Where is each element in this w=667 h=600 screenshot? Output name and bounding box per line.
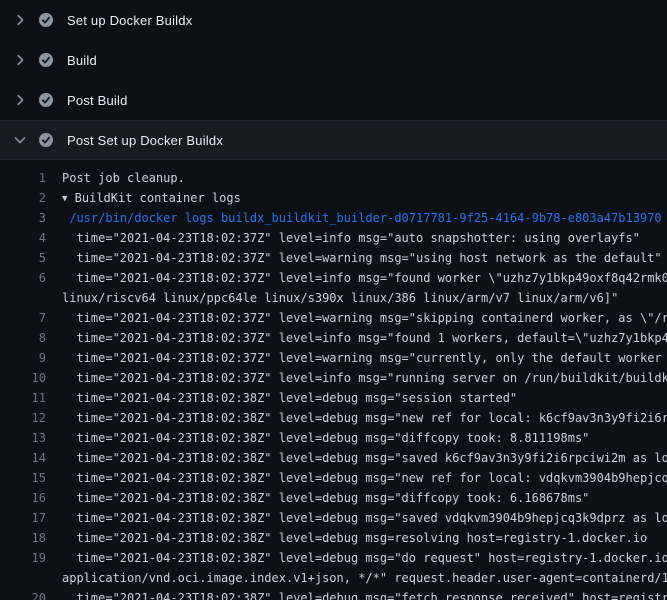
chevron-right-icon [12,12,28,28]
line-text: time="2021-04-23T18:02:38Z" level=debug … [62,388,667,408]
line-text: Post job cleanup. [62,168,667,188]
line-number[interactable]: 12 [0,408,46,428]
log-line: 9 time="2021-04-23T18:02:37Z" level=warn… [0,348,667,368]
line-number[interactable]: 11 [0,388,46,408]
line-text: time="2021-04-23T18:02:38Z" level=debug … [62,528,667,548]
check-circle-icon [38,12,54,28]
line-number[interactable]: 18 [0,528,46,548]
log-line: 18 time="2021-04-23T18:02:38Z" level=deb… [0,528,667,548]
line-text: time="2021-04-23T18:02:38Z" level=debug … [62,468,667,488]
line-text: time="2021-04-23T18:02:37Z" level=warnin… [62,308,667,328]
log-line: 2 ▼ BuildKit container logs [0,188,667,208]
log-line: 3 /usr/bin/docker logs buildx_buildkit_b… [0,208,667,228]
line-text: linux/riscv64 linux/ppc64le linux/s390x … [62,288,667,308]
line-text: ▼ BuildKit container logs [62,188,667,208]
log-line: linux/riscv64 linux/ppc64le linux/s390x … [0,288,667,308]
chevron-right-icon [12,52,28,68]
line-number[interactable]: 3 [0,208,46,228]
step-row-post-build[interactable]: Post Build [0,80,667,120]
line-number[interactable] [0,568,46,588]
check-circle-icon [38,92,54,108]
line-text: application/vnd.oci.image.index.v1+json,… [62,568,667,588]
line-text: time="2021-04-23T18:02:37Z" level=info m… [62,328,667,348]
log-line: application/vnd.oci.image.index.v1+json,… [0,568,667,588]
line-text: /usr/bin/docker logs buildx_buildkit_bui… [62,208,667,228]
line-number[interactable]: 8 [0,328,46,348]
check-circle-icon [38,52,54,68]
log-panel: 1 Post job cleanup. 2 ▼ BuildKit contain… [0,160,667,600]
line-text: time="2021-04-23T18:02:38Z" level=debug … [62,408,667,428]
log-line: 6 time="2021-04-23T18:02:37Z" level=info… [0,268,667,288]
step-label: Set up Docker Buildx [67,14,192,27]
line-text: time="2021-04-23T18:02:37Z" level=info m… [62,368,667,388]
log-line: 14 time="2021-04-23T18:02:38Z" level=deb… [0,448,667,468]
line-number[interactable]: 19 [0,548,46,568]
log-group-toggle-icon[interactable]: ▼ [62,189,67,208]
line-number[interactable]: 10 [0,368,46,388]
log-line: 17 time="2021-04-23T18:02:38Z" level=deb… [0,508,667,528]
log-line: 12 time="2021-04-23T18:02:38Z" level=deb… [0,408,667,428]
line-number[interactable]: 16 [0,488,46,508]
line-number[interactable]: 5 [0,248,46,268]
log-line: 19 time="2021-04-23T18:02:38Z" level=deb… [0,548,667,568]
line-text: time="2021-04-23T18:02:37Z" level=info m… [62,268,667,288]
log-line: 10 time="2021-04-23T18:02:37Z" level=inf… [0,368,667,388]
line-number[interactable]: 13 [0,428,46,448]
line-number[interactable]: 4 [0,228,46,248]
line-number[interactable] [0,288,46,308]
chevron-right-icon [12,92,28,108]
step-label: Post Set up Docker Buildx [67,134,223,147]
chevron-down-icon [12,132,28,148]
line-text: time="2021-04-23T18:02:38Z" level=debug … [62,508,667,528]
line-number[interactable]: 20 [0,588,46,600]
log-line: 15 time="2021-04-23T18:02:38Z" level=deb… [0,468,667,488]
log-line: 4 time="2021-04-23T18:02:37Z" level=info… [0,228,667,248]
line-text: time="2021-04-23T18:02:38Z" level=debug … [62,448,667,468]
step-label: Build [67,54,97,67]
line-number[interactable]: 7 [0,308,46,328]
step-label: Post Build [67,94,128,107]
line-text: time="2021-04-23T18:02:37Z" level=warnin… [62,248,667,268]
line-number[interactable]: 2 [0,188,46,208]
step-row-build[interactable]: Build [0,40,667,80]
log-line: 1 Post job cleanup. [0,168,667,188]
log-line: 5 time="2021-04-23T18:02:37Z" level=warn… [0,248,667,268]
step-row-setup-docker-buildx[interactable]: Set up Docker Buildx [0,0,667,40]
log-lines: 1 Post job cleanup. 2 ▼ BuildKit contain… [0,168,667,600]
line-text: time="2021-04-23T18:02:38Z" level=debug … [62,548,667,568]
log-line: 20 time="2021-04-23T18:02:38Z" level=deb… [0,588,667,600]
line-number[interactable]: 17 [0,508,46,528]
line-text: time="2021-04-23T18:02:37Z" level=warnin… [62,348,667,368]
line-number[interactable]: 9 [0,348,46,368]
check-circle-icon [38,132,54,148]
line-number[interactable]: 14 [0,448,46,468]
line-text: time="2021-04-23T18:02:38Z" level=debug … [62,488,667,508]
line-text: time="2021-04-23T18:02:37Z" level=info m… [62,228,667,248]
line-number[interactable]: 6 [0,268,46,288]
line-text: time="2021-04-23T18:02:38Z" level=debug … [62,428,667,448]
log-line: 7 time="2021-04-23T18:02:37Z" level=warn… [0,308,667,328]
log-line: 16 time="2021-04-23T18:02:38Z" level=deb… [0,488,667,508]
steps-list: Set up Docker Buildx Build Post Build [0,0,667,160]
actions-log-viewer: Set up Docker Buildx Build Post Build [0,0,667,600]
step-row-post-setup-docker-buildx[interactable]: Post Set up Docker Buildx [0,120,667,160]
line-text: time="2021-04-23T18:02:38Z" level=debug … [62,588,667,600]
line-number[interactable]: 1 [0,168,46,188]
log-line: 13 time="2021-04-23T18:02:38Z" level=deb… [0,428,667,448]
log-line: 8 time="2021-04-23T18:02:37Z" level=info… [0,328,667,348]
line-number[interactable]: 15 [0,468,46,488]
log-line: 11 time="2021-04-23T18:02:38Z" level=deb… [0,388,667,408]
